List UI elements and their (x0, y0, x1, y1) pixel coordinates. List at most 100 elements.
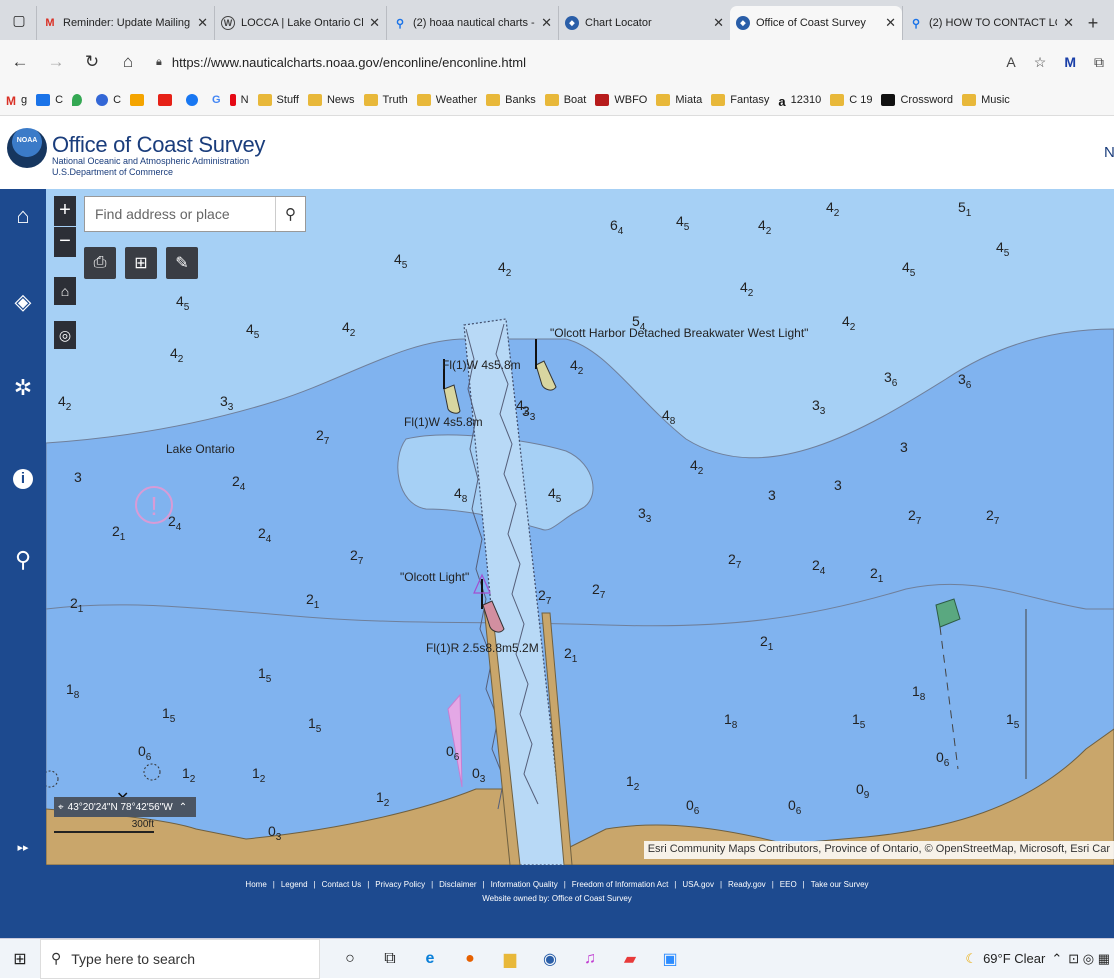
bookmark-miata[interactable]: Miata (656, 93, 702, 106)
cortana-icon[interactable]: ○ (332, 941, 368, 977)
zoom-in-button[interactable]: + (54, 196, 76, 226)
settings-gear-icon[interactable]: ✲ (0, 375, 46, 401)
bookmark-fantasy[interactable]: Fantasy (711, 93, 769, 106)
bookmark-calendar[interactable]: C (36, 93, 63, 106)
itunes-icon[interactable]: ♫ (572, 941, 608, 977)
bookmark-stuff[interactable]: Stuff (257, 93, 299, 106)
tab-0[interactable]: M Reminder: Update Mailing A ✕ (36, 6, 214, 40)
depth-sounding: 24 (258, 525, 272, 545)
footer-link[interactable]: Legend (278, 880, 311, 889)
expand-sidebar-icon[interactable]: ▸▸ (0, 841, 46, 854)
bookmark-circle[interactable]: C (96, 93, 121, 106)
close-icon[interactable]: ✕ (197, 15, 208, 31)
measure-ruler-button[interactable]: ✎ (166, 247, 198, 279)
file-explorer-icon[interactable]: ▆ (492, 941, 528, 977)
bookmark-maps[interactable] (72, 93, 87, 106)
sounding-subscript: 5 (169, 713, 176, 725)
bookmark-weather[interactable]: Weather (416, 93, 477, 106)
bookmark-google[interactable]: G (212, 94, 221, 106)
info-icon[interactable]: i (0, 463, 46, 489)
tab-actions-icon[interactable]: ▢ (6, 7, 32, 33)
task-view-icon[interactable]: ⧉ (372, 941, 408, 977)
footer-link[interactable]: Disclaimer (436, 880, 479, 889)
firefox-icon[interactable]: ● (452, 941, 488, 977)
footer-link[interactable]: Home (242, 880, 269, 889)
bookmark-news[interactable]: News (307, 93, 355, 106)
bookmark-boat[interactable]: Boat (544, 93, 586, 106)
sounding-subscript: 5 (909, 267, 916, 279)
sounding-subscript: 6 (795, 805, 802, 817)
default-extent-home-button[interactable]: ⌂ (54, 277, 76, 305)
bookmark-netflix[interactable]: N (229, 93, 249, 106)
sounding-subscript: 5 (683, 221, 690, 233)
close-icon[interactable]: ✕ (541, 15, 552, 31)
bookmark-gmail[interactable]: Mg (6, 94, 27, 108)
taskbar-search-input[interactable]: Type here to search (71, 951, 195, 967)
bookmark-youtube[interactable] (158, 93, 177, 106)
home-button[interactable]: ⌂ (112, 46, 144, 78)
footer-link[interactable]: Freedom of Information Act (569, 880, 672, 889)
print-tool-button[interactable]: ⎙ (84, 247, 116, 279)
basemap-gallery-button[interactable]: ⊞ (125, 247, 157, 279)
lock-icon: 🔒︎ (156, 55, 162, 68)
noaa-app-icon[interactable]: ◉ (532, 941, 568, 977)
search-input[interactable]: Find address or place (85, 206, 275, 222)
bookmark-music[interactable]: Music (962, 93, 1010, 106)
bookmark-shop[interactable] (130, 93, 149, 106)
footer-link[interactable]: Information Quality (488, 880, 561, 889)
footer-link[interactable]: Privacy Policy (372, 880, 428, 889)
footer-link[interactable]: USA.gov (679, 880, 717, 889)
bookmark-truth[interactable]: Truth (363, 93, 408, 106)
coordinate-readout[interactable]: ⌖ 43°20'24"N 78°42'56"W ⌃ (54, 797, 196, 817)
favorite-icon[interactable]: ☆ (1034, 54, 1047, 71)
tab-5[interactable]: ⚲ (2) HOW TO CONTACT LOC ✕ (902, 6, 1080, 40)
refresh-button[interactable]: ↻ (76, 46, 108, 78)
zoom-app-icon[interactable]: ▣ (652, 941, 688, 977)
read-aloud-icon[interactable]: A (1006, 54, 1015, 70)
chevron-up-icon[interactable]: ⌃ (1051, 951, 1062, 967)
search-icon[interactable]: ⚲ (275, 197, 305, 231)
new-tab-button[interactable]: + (1080, 6, 1106, 40)
tray-icons[interactable]: ⊡ ◎ ▦ (1068, 951, 1110, 967)
bookmark-c19[interactable]: C 19 (830, 93, 872, 106)
weather-widget[interactable]: ☾ 69°F Clear ⌃ ⊡ ◎ ▦ (965, 951, 1110, 967)
bookmark-banks[interactable]: Banks (486, 93, 536, 106)
footer-link[interactable]: EEO (777, 880, 800, 889)
forward-button[interactable]: → (40, 46, 72, 78)
home-icon[interactable]: ⌂ (0, 203, 46, 229)
zoom-out-button[interactable]: − (54, 227, 76, 257)
footer-link[interactable]: Take our Survey (808, 880, 872, 889)
close-icon[interactable]: ✕ (369, 15, 380, 31)
back-button[interactable]: ← (4, 46, 36, 78)
close-icon[interactable]: ✕ (885, 15, 896, 31)
bookmark-crossword[interactable]: Crossword (881, 93, 953, 106)
windows-start-icon[interactable]: ⊞ (0, 939, 40, 979)
tab-1[interactable]: W LOCCA | Lake Ontario Club ✕ (214, 6, 386, 40)
folder-icon (830, 93, 845, 106)
map-search-box[interactable]: Find address or place ⚲ (84, 196, 306, 232)
search-icon[interactable]: ⚲ (0, 547, 46, 573)
close-icon[interactable]: ✕ (1063, 15, 1074, 31)
chevron-up-icon[interactable]: ⌃ (179, 802, 187, 813)
bookmark-wbfo[interactable]: WBFO (595, 93, 647, 106)
tab-2[interactable]: ⚲ (2) hoaa nautical charts - Se ✕ (386, 6, 558, 40)
url-field[interactable]: 🔒︎ https://www.nauticalcharts.noaa.gov/e… (156, 47, 946, 77)
media-app-icon[interactable]: ▰ (612, 941, 648, 977)
tab-3[interactable]: ◆ Chart Locator ✕ (558, 6, 730, 40)
header-nav-clipped[interactable]: N (1104, 144, 1114, 161)
layers-icon[interactable]: ◈ (0, 289, 46, 315)
malwarebytes-icon[interactable]: M (1064, 54, 1076, 70)
extensions-icon[interactable]: ⧉ (1094, 54, 1104, 71)
taskbar-search[interactable]: ⚲ Type here to search (40, 938, 320, 979)
footer-link[interactable]: Ready.gov (725, 880, 769, 889)
bookmark-amazon[interactable]: a 12310 (778, 94, 821, 109)
bookmark-facebook[interactable] (186, 93, 203, 106)
tab-4[interactable]: ◆ Office of Coast Survey ✕ (730, 6, 902, 40)
footer-link[interactable]: Contact Us (319, 880, 365, 889)
noaa-logo[interactable]: NOAA (7, 128, 47, 168)
close-icon[interactable]: ✕ (713, 15, 724, 31)
nautical-chart-map[interactable]: ! ✕ Lake Ontario "Olcott Harbor Detached… (46, 189, 1114, 865)
locate-button[interactable]: ◎ (54, 321, 76, 349)
edge-browser-icon[interactable]: e (412, 941, 448, 977)
site-title[interactable]: Office of Coast Survey (52, 132, 265, 158)
